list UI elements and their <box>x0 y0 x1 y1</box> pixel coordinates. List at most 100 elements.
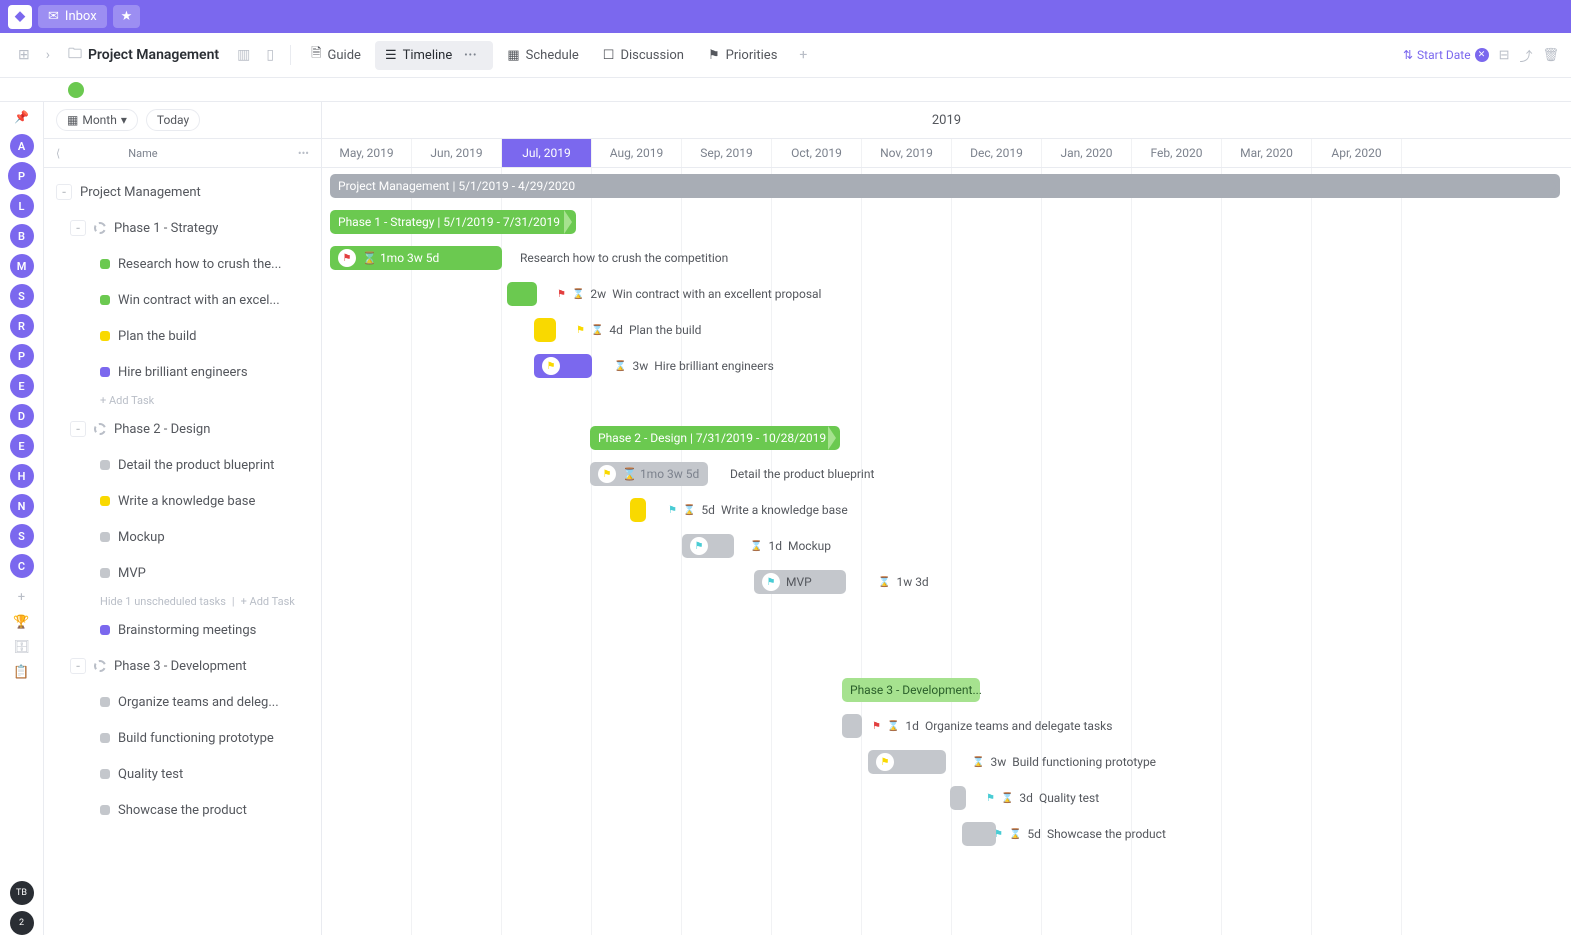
inbox-button[interactable]: ✉ Inbox <box>38 5 107 28</box>
list-row-phase2[interactable]: − Phase 2 - Design <box>44 411 321 447</box>
twisty-icon[interactable]: − <box>70 421 86 437</box>
chevron-right-icon[interactable]: › <box>40 47 56 63</box>
twisty-icon[interactable]: − <box>70 220 86 236</box>
tab-guide[interactable]: 🗎Guide <box>301 38 371 72</box>
gantt-bar[interactable]: ⚑⌛ 1mo 3w 5d <box>590 462 708 486</box>
list-item[interactable]: Showcase the product <box>44 792 321 828</box>
list-item[interactable]: Plan the build <box>44 318 321 354</box>
gantt-bar[interactable]: ⚑⌛ 1mo 3w 5d <box>330 246 502 270</box>
gantt-bar[interactable] <box>534 318 556 342</box>
month-header[interactable]: Feb, 2020 <box>1132 139 1222 167</box>
clipboard-icon[interactable]: 📋 <box>13 665 29 680</box>
list-item[interactable]: Research how to crush the... <box>44 246 321 282</box>
zoom-selector[interactable]: ▦Month▾ <box>56 109 138 131</box>
list-item[interactable]: Detail the product blueprint <box>44 447 321 483</box>
gantt-bar[interactable] <box>962 822 996 846</box>
list-row-phase3[interactable]: − Phase 3 - Development <box>44 648 321 684</box>
list-item[interactable]: Quality test <box>44 756 321 792</box>
month-header[interactable]: Dec, 2019 <box>952 139 1042 167</box>
list-item[interactable]: MVP <box>44 555 321 591</box>
apps-icon[interactable]: ⊞ <box>12 47 36 63</box>
board-icon[interactable]: ▥ <box>231 47 256 63</box>
avatar[interactable]: S <box>10 524 34 548</box>
avatar[interactable]: M <box>10 254 34 278</box>
month-header[interactable]: Nov, 2019 <box>862 139 952 167</box>
gantt-bar[interactable] <box>950 786 966 810</box>
app-logo[interactable]: ◆ <box>8 5 32 29</box>
list-item[interactable]: Mockup <box>44 519 321 555</box>
avatar[interactable]: S <box>10 284 34 308</box>
list-row-phase1[interactable]: − Phase 1 - Strategy <box>44 210 321 246</box>
gantt-bar[interactable]: ⚑ <box>868 750 946 774</box>
briefcase-icon[interactable]: 🗄 <box>13 640 30 655</box>
month-header[interactable]: Sep, 2019 <box>682 139 772 167</box>
sort-by-control[interactable]: ⇅ Start Date ✕ <box>1403 48 1489 62</box>
gantt-bar-phase3[interactable]: Phase 3 - Development... <box>842 678 980 702</box>
column-options-icon[interactable]: ••• <box>298 147 309 160</box>
trash-icon[interactable]: 🗑 <box>1542 48 1559 63</box>
gantt-bar[interactable]: ⚑MVP <box>754 570 846 594</box>
pin-icon[interactable]: 📌 <box>14 110 29 124</box>
month-header[interactable]: Jan, 2020 <box>1042 139 1132 167</box>
collapse-sidebar-icon[interactable]: ⟨ <box>56 147 60 160</box>
month-header[interactable]: Jul, 2019 <box>502 139 592 167</box>
breadcrumb[interactable]: 🗀 Project Management <box>60 43 227 67</box>
twisty-icon[interactable]: − <box>70 658 86 674</box>
twisty-icon[interactable]: − <box>56 184 72 200</box>
avatar[interactable]: D <box>10 404 34 428</box>
clear-sort-icon[interactable]: ✕ <box>1475 48 1489 62</box>
tab-priorities[interactable]: ⚑Priorities <box>698 42 787 69</box>
month-header[interactable]: May, 2019 <box>322 139 412 167</box>
avatar[interactable]: P <box>10 164 34 188</box>
avatar[interactable]: E <box>10 374 34 398</box>
more-icon[interactable]: ••• <box>458 47 483 64</box>
tab-timeline[interactable]: ☰Timeline••• <box>375 41 493 70</box>
favorite-button[interactable]: ★ <box>113 5 141 28</box>
book-icon[interactable]: ▯ <box>260 47 280 63</box>
list-row-root[interactable]: − Project Management <box>44 174 321 210</box>
avatar[interactable]: L <box>10 194 34 218</box>
month-header[interactable]: Aug, 2019 <box>592 139 682 167</box>
list-item[interactable]: Hire brilliant engineers <box>44 354 321 390</box>
add-member-button[interactable]: + <box>18 590 25 605</box>
avatar[interactable]: N <box>10 494 34 518</box>
add-task-button[interactable]: + Add Task <box>241 595 295 608</box>
hide-unscheduled-button[interactable]: Hide 1 unscheduled tasks <box>100 595 226 608</box>
month-header[interactable]: Apr, 2020 <box>1312 139 1402 167</box>
gantt-bar[interactable] <box>507 282 537 306</box>
user-badge[interactable]: TB <box>10 881 34 905</box>
avatar[interactable]: C <box>10 554 34 578</box>
tab-schedule[interactable]: ▦Schedule <box>497 42 588 69</box>
list-item[interactable]: Win contract with an excel... <box>44 282 321 318</box>
gantt-bar-phase1[interactable]: Phase 1 - Strategy | 5/1/2019 - 7/31/201… <box>330 210 576 234</box>
gantt-bar[interactable] <box>842 714 862 738</box>
today-button[interactable]: Today <box>146 109 200 131</box>
month-header[interactable]: Oct, 2019 <box>772 139 862 167</box>
list-item[interactable]: Write a knowledge base <box>44 483 321 519</box>
settings-icon[interactable]: ⊟ <box>1499 48 1510 63</box>
gantt-bar-phase2[interactable]: Phase 2 - Design | 7/31/2019 - 10/28/201… <box>590 426 840 450</box>
add-view-button[interactable]: + <box>791 47 815 63</box>
avatar[interactable] <box>68 82 84 98</box>
list-item[interactable]: Organize teams and deleg... <box>44 684 321 720</box>
month-header[interactable]: Jun, 2019 <box>412 139 502 167</box>
trophy-icon[interactable]: 🏆 <box>13 615 29 630</box>
gantt-bar[interactable]: ⚑ <box>534 354 592 378</box>
gantt-bar[interactable] <box>630 498 646 522</box>
avatar[interactable]: H <box>10 464 34 488</box>
month-header[interactable]: Mar, 2020 <box>1222 139 1312 167</box>
gantt-bar-root[interactable]: Project Management | 5/1/2019 - 4/29/202… <box>330 174 1560 198</box>
avatar[interactable]: R <box>10 314 34 338</box>
count-badge[interactable]: 2 <box>10 911 34 935</box>
avatar[interactable]: A <box>10 134 34 158</box>
gantt-bar[interactable]: ⚑ <box>682 534 734 558</box>
tab-discussion[interactable]: ☐Discussion <box>593 42 694 69</box>
list-item[interactable]: Build functioning prototype <box>44 720 321 756</box>
avatar[interactable]: B <box>10 224 34 248</box>
share-icon[interactable]: ⤴ <box>1519 46 1532 65</box>
avatar[interactable]: E <box>10 434 34 458</box>
add-task-button[interactable]: + Add Task <box>100 394 154 407</box>
avatar[interactable]: P <box>10 344 34 368</box>
list-item[interactable]: Brainstorming meetings <box>44 612 321 648</box>
gantt-timeline[interactable]: 2019 May, 2019Jun, 2019Jul, 2019Aug, 201… <box>322 102 1571 935</box>
